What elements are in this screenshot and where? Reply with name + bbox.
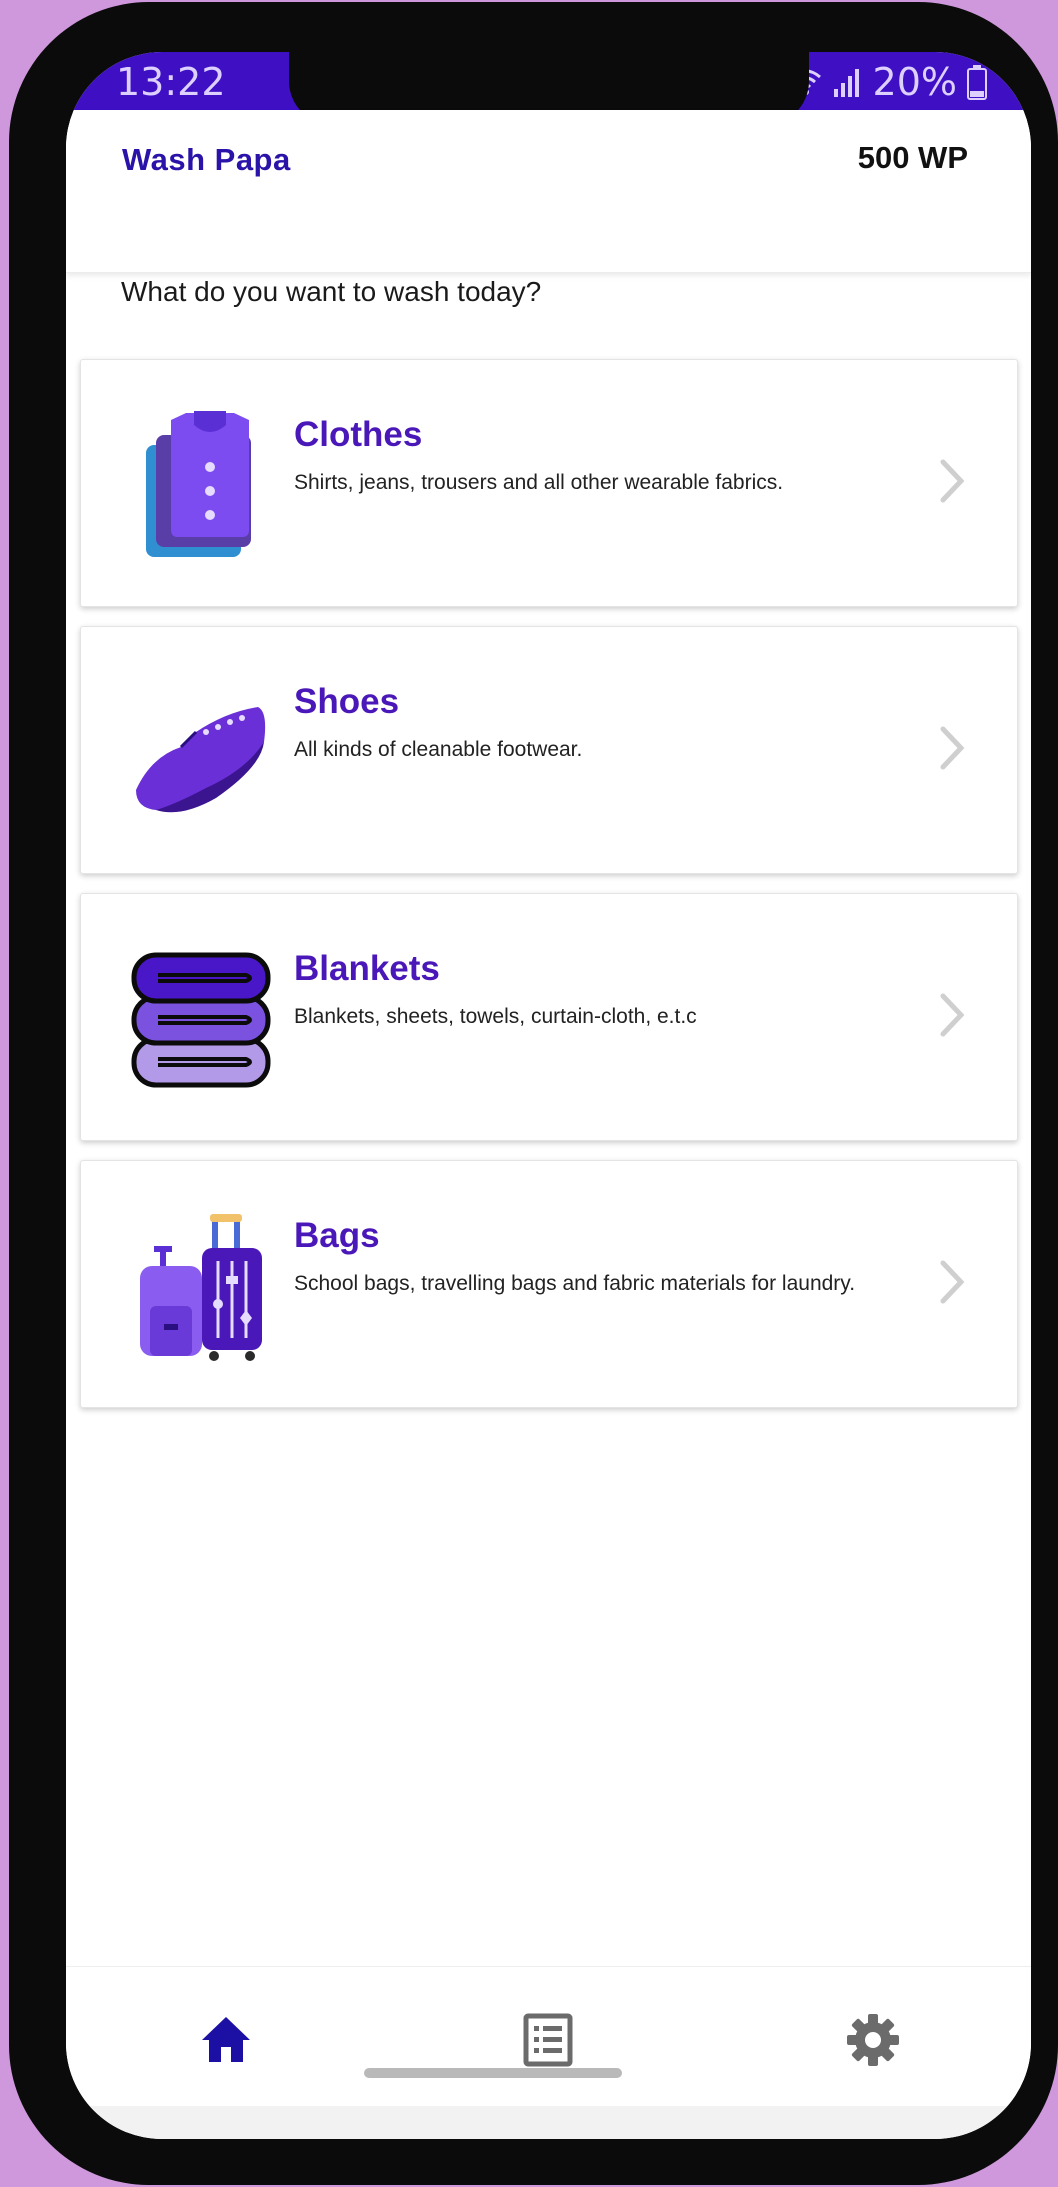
app-title: Wash Papa (122, 142, 291, 177)
card-title: Bags (294, 1216, 380, 1255)
shirt-stack-icon (146, 411, 251, 557)
signal-icon (833, 69, 859, 97)
card-title: Blankets (294, 949, 440, 988)
home-indicator[interactable] (364, 2068, 622, 2078)
battery-percent: 20% (872, 60, 957, 104)
category-card-shoes[interactable]: Shoes All kinds of cleanable footwear. (80, 626, 1018, 874)
orders-list-icon[interactable] (521, 2013, 575, 2067)
chevron-right-icon (940, 726, 965, 770)
card-title: Shoes (294, 682, 400, 721)
category-card-bags[interactable]: Bags School bags, travelling bags and fa… (80, 1160, 1018, 1408)
page-prompt: What do you want to wash today? (121, 276, 542, 307)
status-icons: 20% (789, 60, 987, 104)
shoe-icon (136, 707, 266, 813)
card-description: School bags, travelling bags and fabric … (294, 1272, 856, 1295)
phone-frame: 13:22 20% Wash Papa 500 WP What do you w… (9, 2, 1058, 2185)
card-description: Shirts, jeans, trousers and all other we… (294, 471, 784, 494)
wallet-balance[interactable]: 500 WP (858, 140, 968, 176)
system-gesture-area (66, 2106, 1031, 2139)
settings-gear-icon[interactable] (846, 2013, 900, 2067)
chevron-right-icon (940, 459, 965, 503)
app-screen: 13:22 20% Wash Papa 500 WP What do you w… (66, 52, 1031, 2139)
card-description: All kinds of cleanable footwear. (294, 738, 583, 761)
home-icon[interactable] (199, 2013, 253, 2067)
chevron-right-icon (940, 993, 965, 1037)
app-bar (66, 110, 1031, 273)
bottom-navigation (66, 1966, 1031, 2106)
card-title: Clothes (294, 415, 423, 454)
battery-icon (967, 65, 987, 100)
card-description: Blankets, sheets, towels, curtain-cloth,… (294, 1005, 697, 1028)
folded-blankets-icon (131, 952, 271, 1088)
chevron-right-icon (940, 1260, 965, 1304)
luggage-icon (140, 1214, 262, 1361)
category-card-blankets[interactable]: Blankets Blankets, sheets, towels, curta… (80, 893, 1018, 1141)
category-card-clothes[interactable]: Clothes Shirts, jeans, trousers and all … (80, 359, 1018, 607)
status-time: 13:22 (116, 60, 226, 104)
